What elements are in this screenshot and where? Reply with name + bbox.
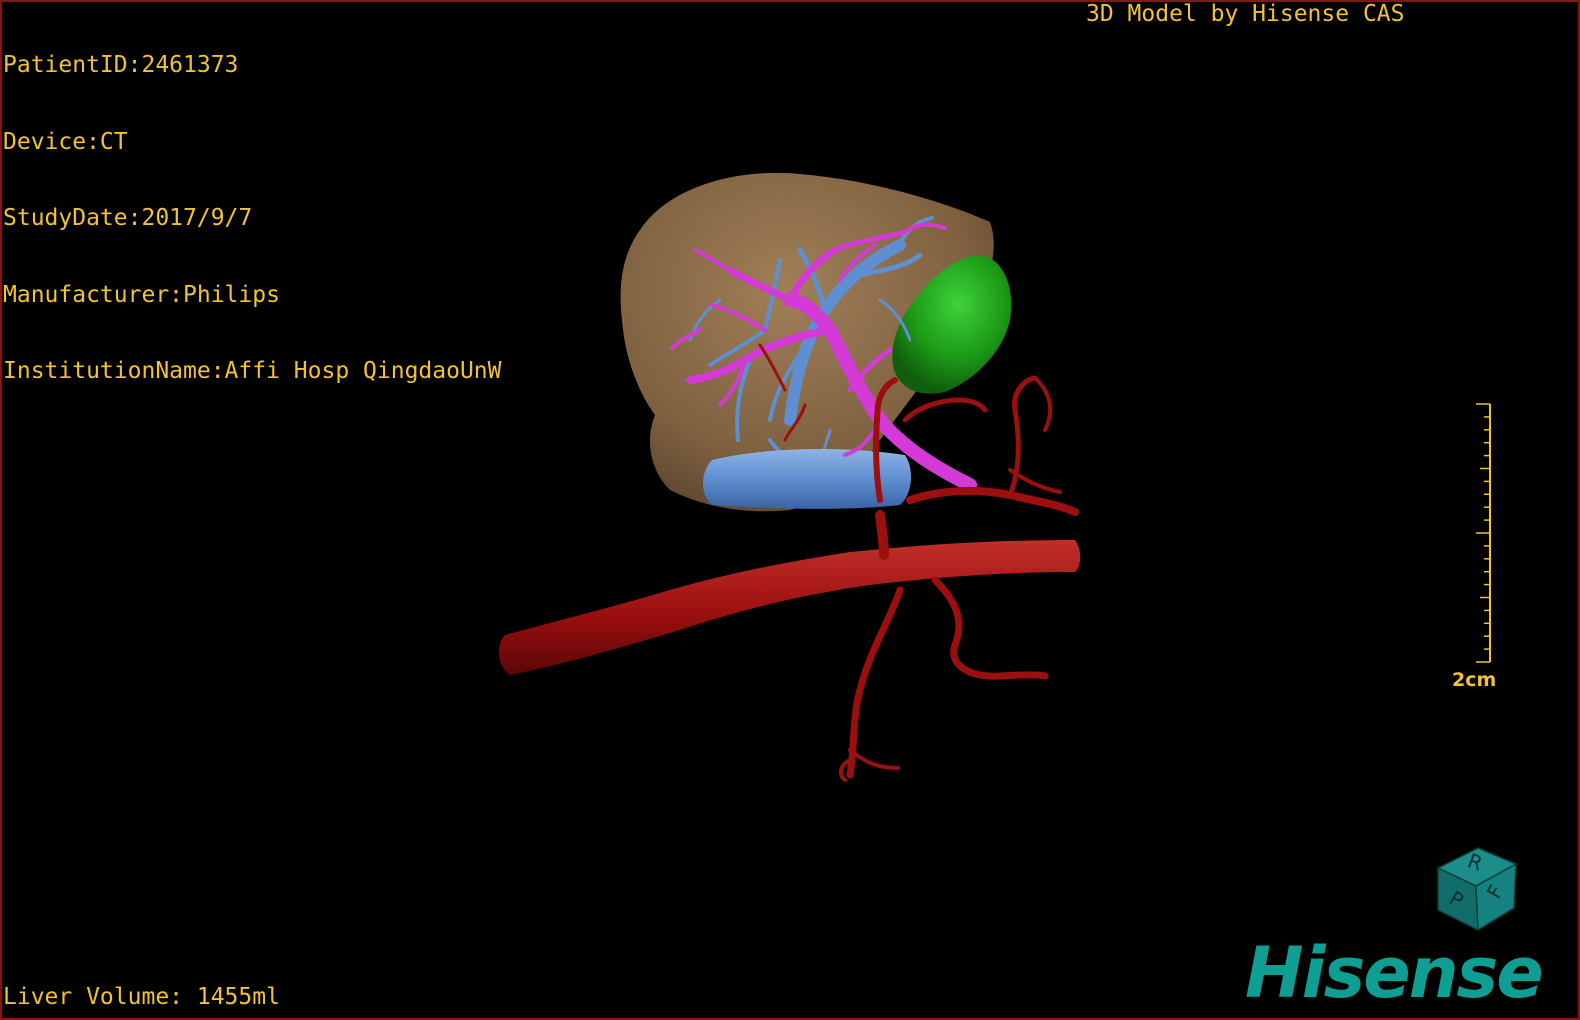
scale-bar (1476, 403, 1491, 663)
model-credit: 3D Model by Hisense CAS (1086, 1, 1405, 27)
institution-name: InstitutionName:Affi Hosp QingdaoUnW (3, 358, 502, 384)
patient-id: PatientID:2461373 (3, 52, 239, 78)
manufacturer: Manufacturer:Philips (3, 281, 280, 308)
liver-volume: Liver Volume: 1455ml (3, 984, 280, 1010)
scale-bar-label: 2cm (1452, 669, 1497, 691)
patient-info-overlay: PatientID:2461373 Device:CT StudyDate:20… (3, 2, 502, 410)
study-date: StudyDate:2017/9/7 (3, 205, 253, 231)
hisense-logo: Hisense (1245, 932, 1544, 1014)
device: Device:CT (3, 128, 128, 155)
